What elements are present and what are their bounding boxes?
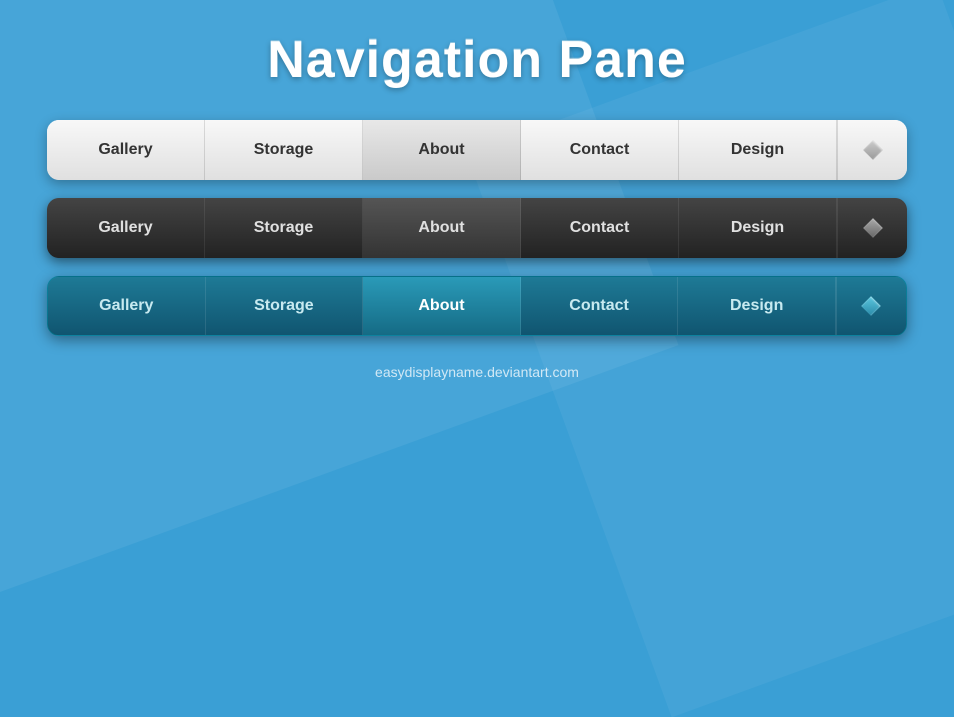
- nav-item-gallery-teal[interactable]: Gallery: [48, 277, 206, 335]
- nav-item-design-teal[interactable]: Design: [678, 277, 836, 335]
- nav-dropdown-dark[interactable]: [837, 198, 907, 258]
- nav-bar-white: Gallery Storage About Contact Design: [47, 120, 907, 180]
- nav-bar-teal: Gallery Storage About Contact Design: [47, 276, 907, 336]
- footer-credit: easydisplayname.deviantart.com: [375, 364, 579, 380]
- nav-item-contact-teal[interactable]: Contact: [521, 277, 679, 335]
- nav-item-about-white[interactable]: About: [363, 120, 521, 180]
- dropdown-diamond-dark: [863, 218, 883, 238]
- nav-item-about-dark[interactable]: About: [363, 198, 521, 258]
- nav-item-storage-white[interactable]: Storage: [205, 120, 363, 180]
- nav-dropdown-white[interactable]: [837, 120, 907, 180]
- nav-item-contact-dark[interactable]: Contact: [521, 198, 679, 258]
- nav-container: Gallery Storage About Contact Design Gal…: [47, 120, 907, 336]
- dropdown-diamond-white: [863, 140, 883, 160]
- nav-item-design-dark[interactable]: Design: [679, 198, 837, 258]
- nav-item-storage-dark[interactable]: Storage: [205, 198, 363, 258]
- nav-item-storage-teal[interactable]: Storage: [206, 277, 364, 335]
- nav-bar-dark: Gallery Storage About Contact Design: [47, 198, 907, 258]
- nav-item-gallery-white[interactable]: Gallery: [47, 120, 205, 180]
- page-title: Navigation Pane: [267, 30, 687, 90]
- dropdown-diamond-teal: [862, 296, 882, 316]
- nav-dropdown-teal[interactable]: [836, 277, 906, 335]
- nav-item-design-white[interactable]: Design: [679, 120, 837, 180]
- nav-item-contact-white[interactable]: Contact: [521, 120, 679, 180]
- nav-item-gallery-dark[interactable]: Gallery: [47, 198, 205, 258]
- nav-item-about-teal[interactable]: About: [363, 277, 521, 335]
